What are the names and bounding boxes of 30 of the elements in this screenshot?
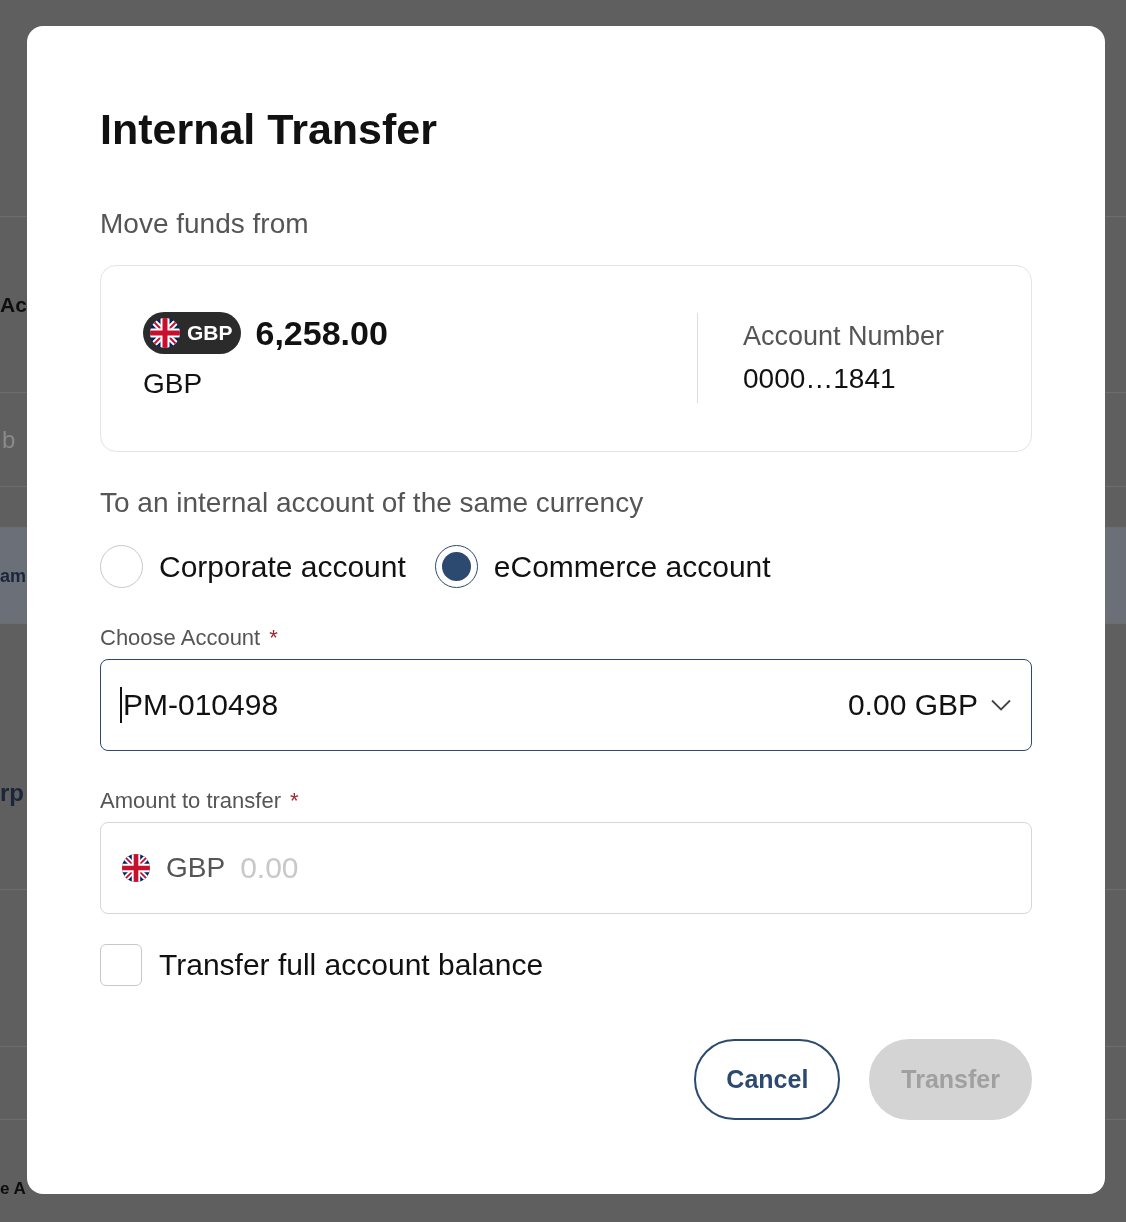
- required-mark: *: [290, 788, 299, 814]
- section-label: To an internal account of the same currency: [100, 486, 644, 520]
- radio-label: Corporate account: [159, 548, 406, 585]
- currency-name: GBP: [143, 367, 203, 401]
- cancel-button[interactable]: Cancel: [694, 1039, 841, 1120]
- flag-icon: [122, 854, 150, 882]
- account-balance: 6,258.00: [255, 313, 388, 354]
- flag-icon: [150, 318, 180, 348]
- row-label: rp: [0, 781, 24, 805]
- field-label: Choose Account: [100, 625, 261, 651]
- text-cursor-icon: [120, 687, 122, 723]
- account-balance: 0.00 GBP: [847, 687, 978, 723]
- section-label: Move funds from: [100, 207, 309, 241]
- field-label: Amount to transfer: [100, 788, 281, 814]
- section-heading: e A: [0, 1179, 26, 1198]
- account-select[interactable]: PM-010498 0.00 GBP: [100, 659, 1032, 751]
- field-label: Account Number: [743, 320, 945, 352]
- account-number: 0000…1841: [743, 362, 896, 396]
- row-label: am: [0, 564, 26, 588]
- page-heading: Ac: [0, 291, 27, 318]
- currency-code: GBP: [166, 851, 226, 885]
- checkbox[interactable]: [100, 944, 142, 986]
- chevron-down-icon: [991, 699, 1011, 711]
- required-mark: *: [269, 625, 278, 651]
- badge-label: GBP: [187, 320, 233, 346]
- checkbox-label: Transfer full account balance: [159, 947, 544, 983]
- radio-label: eCommerce account: [493, 548, 771, 585]
- radio-button[interactable]: [434, 545, 478, 588]
- selected-account: PM-010498: [123, 687, 279, 723]
- dialog-title: Internal Transfer: [100, 104, 437, 154]
